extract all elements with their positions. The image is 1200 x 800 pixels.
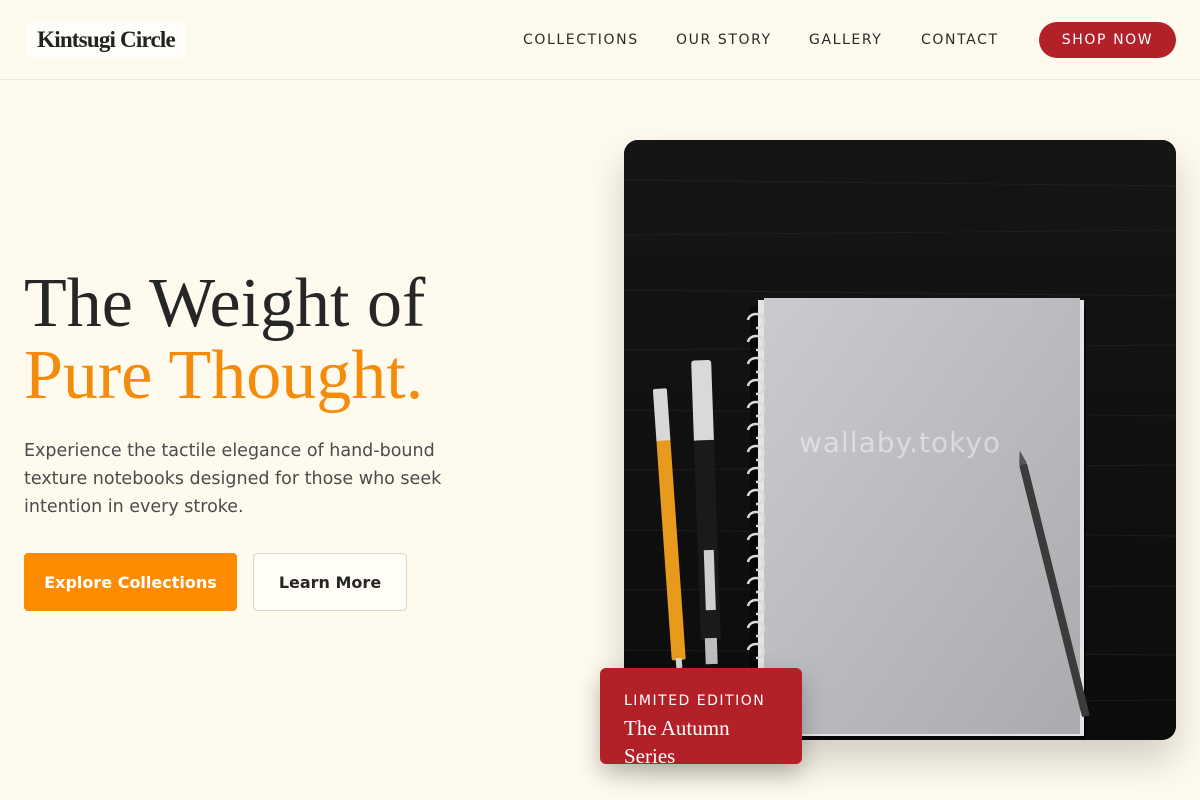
hero-headline: The Weight of Pure Thought.: [24, 268, 425, 412]
explore-collections-button[interactable]: Explore Collections: [24, 553, 237, 611]
learn-more-button[interactable]: Learn More: [253, 553, 407, 611]
limited-edition-badge: LIMITED EDITION The Autumn Series: [600, 668, 802, 768]
nav-link-our-story[interactable]: OUR STORY: [676, 30, 772, 50]
shop-now-button[interactable]: SHOP NOW: [1039, 22, 1176, 58]
hero-description: Experience the tactile elegance of hand-…: [24, 441, 442, 517]
nav-link-collections[interactable]: COLLECTIONS: [523, 30, 639, 50]
hero-notebook-image: wallaby.tokyo: [624, 140, 1176, 740]
image-watermark: wallaby.tokyo: [798, 426, 1002, 459]
badge-title: The Autumn Series: [624, 716, 730, 768]
nav-link-gallery[interactable]: GALLERY: [809, 30, 882, 50]
brand-logo[interactable]: Kintsugi Circle: [26, 22, 186, 58]
badge-eyebrow: LIMITED EDITION: [624, 693, 766, 709]
hero-title-line2: Pure Thought.: [24, 337, 424, 414]
nav-link-contact[interactable]: CONTACT: [921, 30, 999, 50]
site-header: Kintsugi Circle COLLECTIONS OUR STORY GA…: [0, 0, 1200, 80]
hero-title-line1: The Weight of: [24, 265, 426, 342]
